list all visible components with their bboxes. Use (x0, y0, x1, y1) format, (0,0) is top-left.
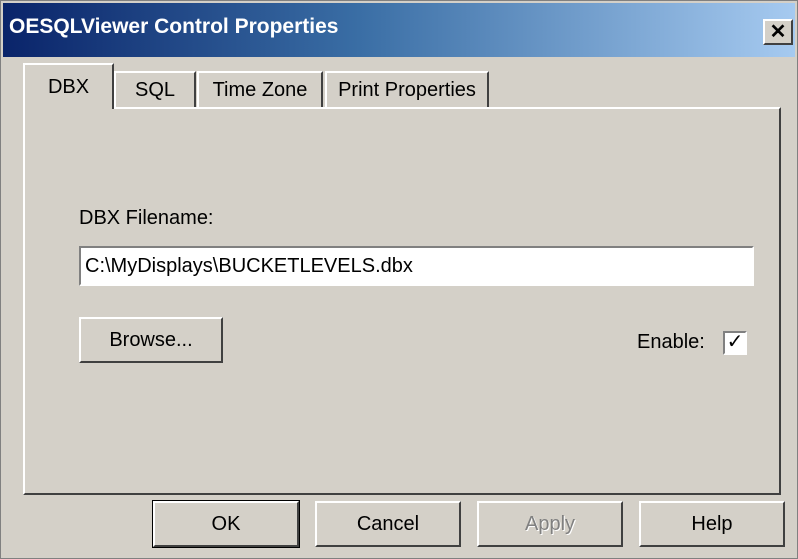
tab-time-zone[interactable]: Time Zone (197, 71, 323, 107)
window-title: OESQLViewer Control Properties (9, 15, 339, 38)
tab-sql[interactable]: SQL (114, 71, 196, 107)
tab-sql-label: SQL (134, 79, 176, 101)
dbx-filename-label: DBX Filename: (79, 207, 214, 229)
title-bar[interactable]: OESQLViewer Control Properties ✕ (3, 3, 795, 57)
tab-dbx-label: DBX (47, 76, 90, 98)
tab-print-properties[interactable]: Print Properties (325, 71, 489, 107)
apply-button[interactable]: Apply (477, 501, 623, 547)
dbx-tab-panel: DBX Filename: Browse... Enable: ✓ (23, 107, 781, 495)
ok-button[interactable]: OK (152, 500, 300, 548)
close-icon: ✕ (769, 21, 787, 43)
browse-button[interactable]: Browse... (79, 317, 223, 363)
enable-label: Enable: (637, 331, 705, 353)
properties-dialog: OESQLViewer Control Properties ✕ DBX SQL… (0, 0, 798, 559)
enable-checkbox[interactable]: ✓ (723, 331, 747, 355)
cancel-button[interactable]: Cancel (315, 501, 461, 547)
close-button[interactable]: ✕ (763, 19, 793, 45)
dbx-filename-input[interactable] (79, 246, 754, 286)
tab-time-zone-label: Time Zone (212, 79, 308, 101)
tab-dbx[interactable]: DBX (23, 63, 114, 109)
help-button[interactable]: Help (639, 501, 785, 547)
checkmark-icon: ✓ (726, 331, 744, 353)
tab-print-properties-label: Print Properties (338, 79, 476, 101)
